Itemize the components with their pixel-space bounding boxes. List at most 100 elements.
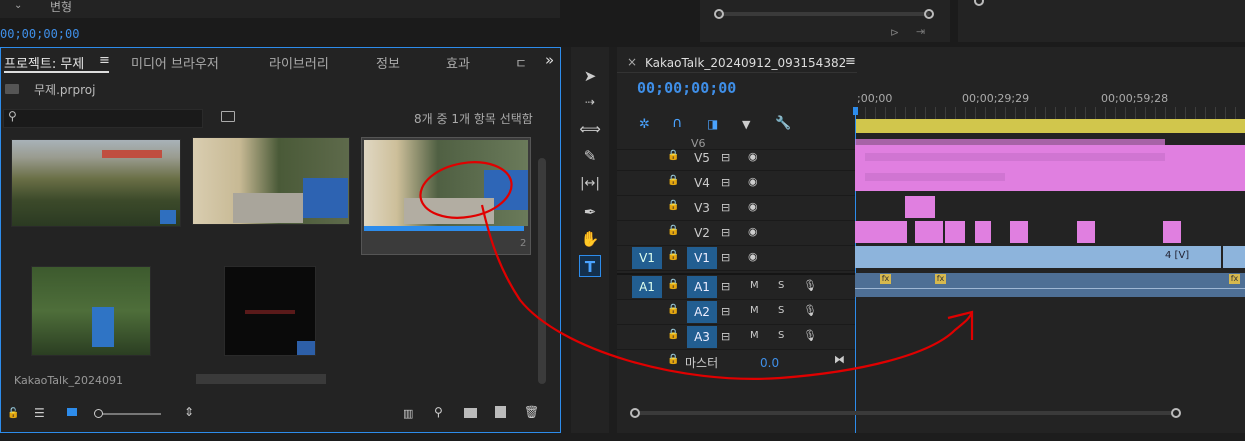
clip-a1[interactable]: fx fx fx (855, 273, 1245, 297)
clip-thumbnail-5[interactable] (224, 266, 316, 356)
lock-icon[interactable]: 🔓 (7, 408, 19, 419)
lock-icon[interactable]: 🔒 (667, 200, 679, 211)
eye-icon[interactable]: ◉ (748, 150, 758, 163)
clip-v1[interactable] (1223, 246, 1245, 268)
eye-icon[interactable]: ◉ (748, 225, 758, 238)
clip-v2[interactable] (1077, 221, 1095, 243)
playhead-handle[interactable] (853, 107, 858, 115)
sort-icon[interactable]: ⇕ (184, 405, 194, 419)
more-panels-icon[interactable]: » (545, 51, 554, 69)
search-input[interactable]: ⚲ (3, 109, 203, 128)
mute-button[interactable]: M (750, 330, 759, 341)
track-name[interactable]: V2 (687, 222, 717, 244)
razor-icon[interactable]: ✎ (579, 145, 601, 167)
new-search-bin-icon[interactable] (221, 111, 235, 122)
sequence-tab[interactable]: KakaoTalk_20240912_093154382 (645, 56, 846, 70)
export-frame-icon[interactable]: ⇥ (916, 25, 925, 38)
insert-icon[interactable]: ⊳ (890, 26, 899, 39)
mic-icon[interactable]: 🎙 (803, 304, 817, 317)
eye-icon[interactable]: ◉ (748, 200, 758, 213)
track-name[interactable]: V5 (687, 147, 717, 169)
timeline-timecode[interactable]: 00;00;00;00 (637, 79, 736, 97)
panel-menu-icon[interactable]: ≡ (99, 53, 110, 68)
pen-icon[interactable]: ✒ (579, 201, 601, 223)
timecode-left[interactable]: 00;00;00;00 (0, 27, 79, 41)
clip-v2[interactable] (915, 221, 943, 243)
scroll-handle-left[interactable] (630, 408, 640, 418)
clip-v6[interactable] (855, 139, 1165, 145)
tab-libraries[interactable]: 라이브러리 (269, 53, 329, 72)
clip-v3[interactable] (905, 196, 935, 218)
new-bin-icon[interactable] (464, 408, 477, 418)
work-area-bar[interactable] (855, 119, 1245, 133)
hand-icon[interactable]: ✋ (579, 228, 601, 250)
scroll-handle-left[interactable] (714, 9, 724, 19)
lock-icon[interactable]: 🔒 (667, 175, 679, 186)
sync-lock-icon[interactable]: ⊟ (721, 176, 730, 189)
type-tool-icon[interactable]: T (579, 255, 601, 277)
track-name[interactable]: V4 (687, 172, 717, 194)
mic-icon[interactable]: 🎙 (803, 279, 817, 292)
track-name[interactable]: V3 (687, 197, 717, 219)
selection-tool-icon[interactable]: ➤ (579, 65, 601, 87)
track-name[interactable]: A1 (687, 276, 717, 298)
solo-button[interactable]: S (778, 305, 784, 316)
clip-v2[interactable] (975, 221, 991, 243)
mute-button[interactable]: M (750, 280, 759, 291)
mic-icon[interactable]: 🎙 (803, 329, 817, 342)
new-item-icon[interactable] (495, 406, 506, 418)
clip-thumbnail-4[interactable] (31, 266, 151, 356)
lock-icon[interactable]: 🔒 (667, 150, 679, 161)
timeline-horizontal-scrollbar[interactable] (635, 411, 1177, 415)
source-patch-v1[interactable]: V1 (632, 247, 662, 269)
clip-thumbnail-1[interactable] (11, 139, 181, 227)
ripple-edit-icon[interactable]: ⟺ (579, 118, 601, 140)
automate-to-sequence-icon[interactable]: ▥ (403, 407, 413, 420)
clip-v2[interactable] (1010, 221, 1028, 243)
clip-v2[interactable] (945, 221, 965, 243)
icon-view-icon[interactable] (67, 408, 77, 416)
sync-lock-icon[interactable]: ⊟ (721, 330, 730, 343)
lock-icon[interactable]: 🔒 (667, 279, 679, 290)
track-name[interactable]: A3 (687, 326, 717, 348)
tab-media-browser[interactable]: 미디어 브라우저 (131, 53, 219, 72)
nest-toggle-icon[interactable]: ✲ (639, 117, 650, 132)
slip-icon[interactable]: |↔| (579, 173, 601, 195)
tab-project[interactable]: 프로젝트: 무제 (4, 53, 84, 72)
clip-v2[interactable] (1163, 221, 1181, 243)
lock-icon[interactable]: 🔒 (667, 250, 679, 261)
chevron-down-icon[interactable]: ⌄ (14, 0, 22, 11)
eye-icon[interactable]: ◉ (748, 250, 758, 263)
tab-overflow[interactable]: ㄷ (515, 53, 527, 72)
scroll-handle-right[interactable] (1171, 408, 1181, 418)
clip-v5-v4[interactable] (855, 145, 1245, 191)
list-view-icon[interactable]: ☰ (34, 406, 45, 420)
sync-lock-icon[interactable]: ⊟ (721, 151, 730, 164)
snap-icon[interactable]: ∩ (672, 115, 682, 131)
sync-lock-icon[interactable]: ⊟ (721, 201, 730, 214)
lock-icon[interactable]: 🔒 (667, 329, 679, 340)
sync-lock-icon[interactable]: ⊟ (721, 251, 730, 264)
add-marker-icon[interactable]: ▼ (742, 118, 750, 131)
lock-icon[interactable]: 🔒 (667, 304, 679, 315)
sync-lock-icon[interactable]: ⊟ (721, 305, 730, 318)
linked-selection-icon[interactable]: ◨ (707, 117, 718, 131)
eye-icon[interactable]: ◉ (748, 175, 758, 188)
go-to-end-icon[interactable]: ⧓ (834, 353, 845, 366)
clip-v2[interactable] (855, 221, 907, 243)
lock-icon[interactable]: 🔒 (667, 354, 679, 365)
track-name[interactable]: A2 (687, 301, 717, 323)
mute-button[interactable]: M (750, 305, 759, 316)
find-icon[interactable]: ⚲ (434, 405, 443, 419)
sequence-track-area[interactable]: 4 [V] fx fx fx (855, 139, 1245, 379)
sequence-menu-icon[interactable]: ≡ (845, 54, 856, 69)
zoom-slider-handle[interactable] (94, 409, 103, 418)
time-ruler[interactable] (855, 107, 1245, 119)
tab-info[interactable]: 정보 (376, 53, 400, 72)
scroll-handle[interactable] (974, 0, 984, 6)
scroll-handle-right[interactable] (924, 9, 934, 19)
zoom-slider[interactable] (97, 413, 161, 415)
clip-v1[interactable]: 4 [V] (855, 246, 1221, 268)
sync-lock-icon[interactable]: ⊟ (721, 280, 730, 293)
wrench-icon[interactable]: 🔧 (775, 116, 791, 131)
